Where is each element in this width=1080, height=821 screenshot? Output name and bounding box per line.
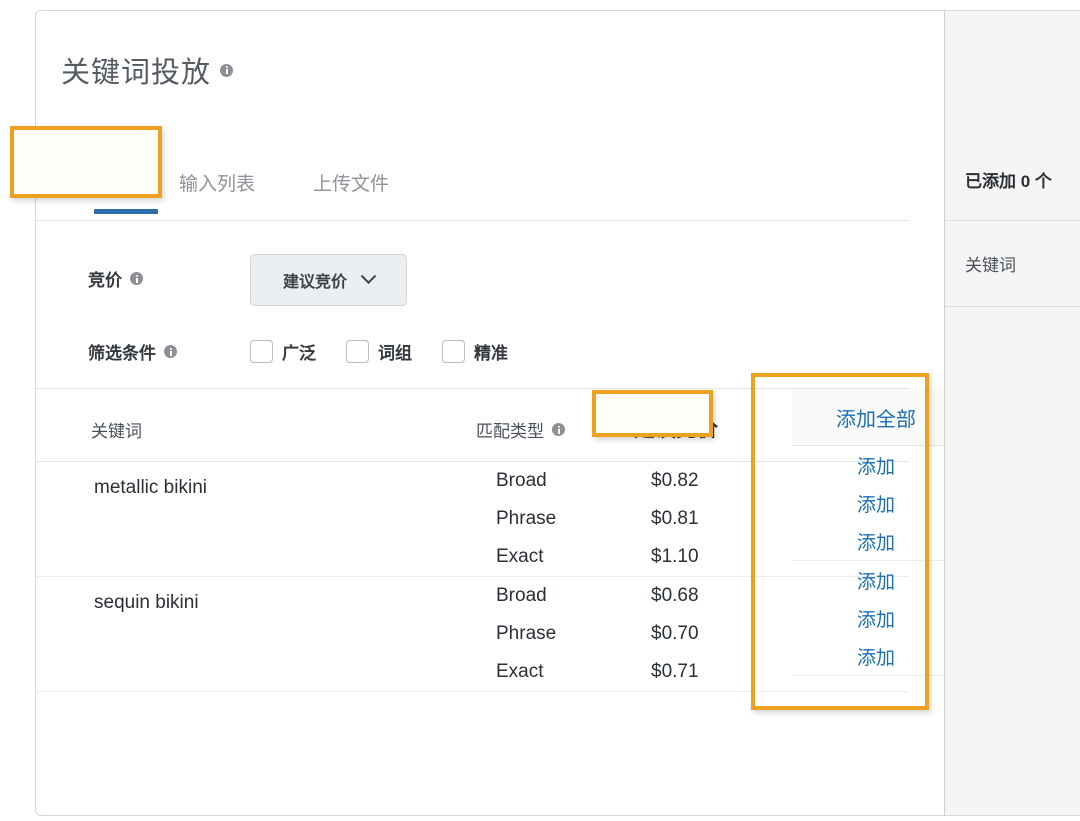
info-icon[interactable]: [111, 174, 129, 192]
tab-suggested[interactable]: 建议: [62, 169, 129, 196]
match-type-value: Exact: [496, 661, 544, 683]
add-cell: 添加: [792, 522, 960, 560]
added-count-header: 已添加 0 个: [945, 139, 1080, 221]
match-type-value: Broad: [496, 585, 547, 607]
tab-suggested-label: 建议: [62, 169, 100, 196]
checkbox-broad[interactable]: 广泛: [250, 339, 316, 364]
tab-enter-list[interactable]: 输入列表: [179, 169, 255, 196]
active-tab-underline: [94, 209, 158, 214]
suggestions-table: 关键词 匹配类型 建议竞价 metallic bikini Broad $0.8…: [36, 389, 909, 692]
info-icon[interactable]: [552, 423, 565, 436]
add-cell: 添加: [792, 637, 960, 675]
bid-type-dropdown-value: 建议竞价: [283, 268, 347, 292]
add-button[interactable]: 添加: [857, 490, 895, 517]
add-button[interactable]: 添加: [857, 643, 895, 670]
add-all-cell: 添加全部: [792, 389, 960, 446]
match-type-filters: 广泛 词组 精准: [250, 339, 508, 364]
checkbox-exact[interactable]: 精准: [442, 339, 508, 364]
bid-label: 竞价: [88, 266, 122, 291]
keyword-targeting-card: 关键词投放 建议 输入列表 上传文件 竞价: [35, 10, 1080, 816]
suggested-bid-value: $0.71: [651, 661, 699, 683]
table-row: Exact $1.10: [36, 538, 909, 576]
match-type-value: Phrase: [496, 623, 556, 645]
tab-enter-list-label: 输入列表: [179, 169, 255, 196]
screenshot-root: 关键词投放 建议 输入列表 上传文件 竞价: [0, 0, 1080, 821]
checkbox-exact-label: 精准: [474, 339, 508, 364]
column-header-match-type-label: 匹配类型: [476, 417, 544, 442]
table-row: Phrase $0.70: [36, 615, 909, 653]
added-keywords-column-label: 关键词: [965, 251, 1016, 276]
added-keywords-column-header: 关键词: [945, 221, 1080, 307]
checkbox-exact-box[interactable]: [442, 340, 465, 363]
filter-label: 筛选条件: [88, 339, 156, 364]
checkbox-phrase-box[interactable]: [346, 340, 369, 363]
match-type-value: Exact: [496, 546, 544, 568]
add-group: 添加 添加 添加: [792, 561, 960, 676]
bid-type-dropdown[interactable]: 建议竞价: [250, 254, 407, 306]
column-header-suggested-bid: 建议竞价: [634, 413, 718, 443]
table-row-group: sequin bikini Broad $0.68 Phrase $0.70 E…: [36, 577, 909, 692]
add-cell: 添加: [792, 561, 960, 599]
add-button[interactable]: 添加: [857, 452, 895, 479]
add-cell: 添加: [792, 484, 960, 522]
checkbox-broad-box[interactable]: [250, 340, 273, 363]
checkbox-phrase[interactable]: 词组: [346, 339, 412, 364]
checkbox-phrase-label: 词组: [378, 339, 412, 364]
table-row: Exact $0.71: [36, 653, 909, 691]
add-group: 添加 添加 添加: [792, 446, 960, 561]
suggested-bid-value: $0.82: [651, 470, 699, 492]
info-icon[interactable]: [130, 272, 143, 285]
info-icon[interactable]: [164, 345, 177, 358]
add-button[interactable]: 添加: [857, 567, 895, 594]
table-row-group: metallic bikini Broad $0.82 Phrase $0.81…: [36, 462, 909, 577]
add-cell: 添加: [792, 599, 960, 637]
tab-bar: 建议 输入列表 上传文件: [36, 139, 909, 221]
bid-label-group: 竞价: [88, 266, 143, 291]
bid-row: 竞价: [88, 266, 143, 291]
table-row: Broad $0.82: [36, 462, 909, 500]
match-type-value: Broad: [496, 470, 547, 492]
added-count-label: 已添加 0 个: [965, 167, 1052, 192]
column-header-match-type: 匹配类型: [476, 417, 565, 442]
suggested-bid-value: $0.81: [651, 508, 699, 530]
filter-row: 筛选条件: [88, 339, 177, 364]
chevron-down-icon: [361, 268, 377, 284]
suggested-bid-value: $0.68: [651, 585, 699, 607]
add-cell: 添加: [792, 446, 960, 484]
tab-upload-file-label: 上传文件: [313, 169, 389, 196]
page-title: 关键词投放: [61, 49, 211, 91]
add-all-button[interactable]: 添加全部: [836, 403, 916, 432]
suggested-bid-value: $1.10: [651, 546, 699, 568]
add-button[interactable]: 添加: [857, 605, 895, 632]
suggested-bid-value: $0.70: [651, 623, 699, 645]
column-header-suggested-bid-label: 建议竞价: [634, 413, 718, 443]
filter-label-group: 筛选条件: [88, 339, 177, 364]
column-header-keyword-label: 关键词: [91, 417, 142, 442]
info-icon[interactable]: [220, 64, 233, 77]
add-column: 添加全部 添加 添加 添加 添加 添加: [792, 389, 960, 676]
table-row: Broad $0.68: [36, 577, 909, 615]
table-header-row: 关键词 匹配类型 建议竞价: [36, 389, 909, 462]
page-title-row: 关键词投放: [61, 49, 233, 91]
column-header-keyword: 关键词: [91, 417, 142, 442]
added-keywords-panel: 已添加 0 个 关键词: [944, 11, 1080, 816]
checkbox-broad-label: 广泛: [282, 339, 316, 364]
add-button[interactable]: 添加: [857, 528, 895, 555]
match-type-value: Phrase: [496, 508, 556, 530]
table-row: Phrase $0.81: [36, 500, 909, 538]
tab-upload-file[interactable]: 上传文件: [313, 169, 389, 196]
